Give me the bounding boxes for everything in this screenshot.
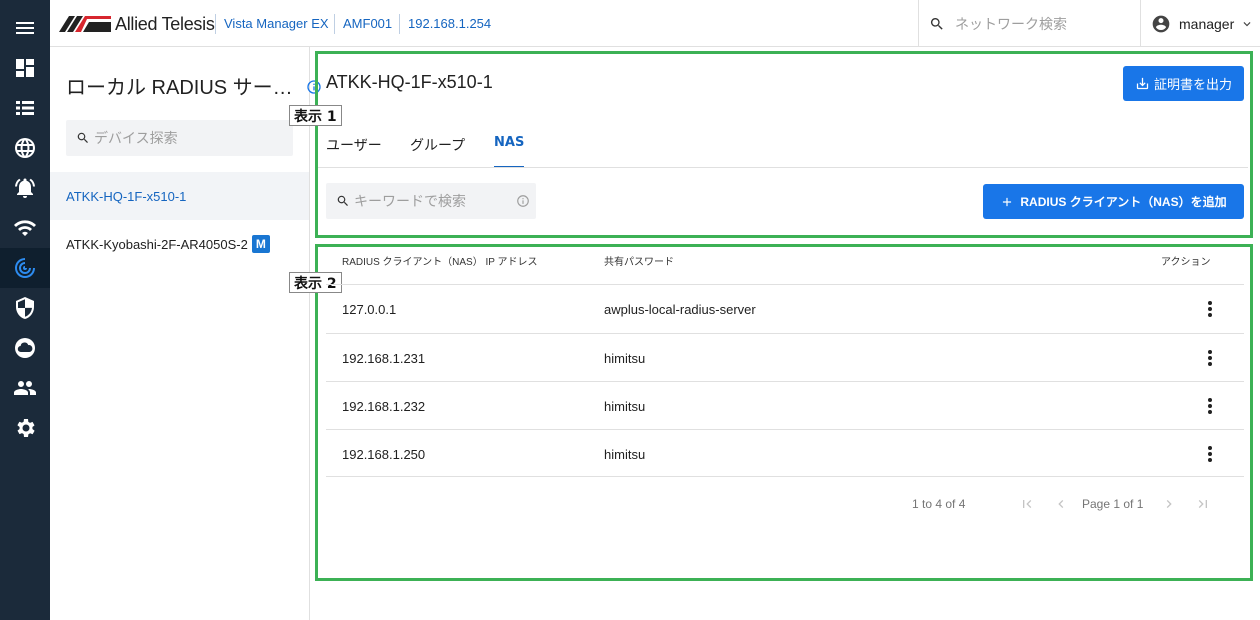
callout-view-1: 表示 1 xyxy=(289,105,342,126)
cell-secret: awplus-local-radius-server xyxy=(604,301,756,317)
download-icon xyxy=(1136,77,1149,90)
previous-page-icon[interactable] xyxy=(1052,494,1070,514)
export-certificate-button[interactable]: 証明書を出力 xyxy=(1123,66,1244,101)
tab-label: グループ xyxy=(410,138,466,154)
breadcrumb-ip[interactable]: 192.168.1.254 xyxy=(408,0,491,47)
breadcrumb-separator xyxy=(215,14,216,34)
page-title-text: ローカル RADIUS サー… xyxy=(66,77,293,99)
table-bottom-rule xyxy=(326,476,1244,477)
tab-label: ユーザー xyxy=(326,138,382,154)
breadcrumb-amf[interactable]: AMF001 xyxy=(343,0,392,47)
more-actions-icon[interactable] xyxy=(1202,444,1218,464)
user-menu[interactable]: manager xyxy=(1140,0,1260,47)
brand-name: Allied Telesis xyxy=(115,13,215,34)
more-actions-icon[interactable] xyxy=(1202,348,1218,368)
chevron-down-icon xyxy=(1243,21,1251,26)
device-search-input[interactable]: デバイス探索 xyxy=(66,120,293,156)
keyword-search-input[interactable]: キーワードで検索 xyxy=(326,183,536,219)
tab-divider xyxy=(318,167,1248,168)
amf-master-badge: M xyxy=(251,235,270,253)
cloud-icon[interactable] xyxy=(0,328,50,368)
table-row[interactable]: 192.168.1.250 himitsu xyxy=(326,429,1244,477)
radius-icon[interactable] xyxy=(0,248,50,288)
more-actions-icon[interactable] xyxy=(1202,396,1218,416)
more-actions-icon[interactable] xyxy=(1202,299,1218,319)
cell-secret: himitsu xyxy=(604,350,646,366)
info-icon[interactable] xyxy=(516,194,530,208)
cell-ip: 127.0.0.1 xyxy=(342,301,397,317)
device-name: ATKK-HQ-1F-x510-1 xyxy=(66,188,187,204)
alarm-icon[interactable] xyxy=(0,168,50,208)
page-title: ローカル RADIUS サー… xyxy=(66,71,322,100)
breadcrumb-separator xyxy=(399,14,400,34)
tab-groups[interactable]: グループ xyxy=(410,128,465,168)
column-header-action: アクション xyxy=(1161,257,1211,268)
table-row[interactable]: 127.0.0.1 awplus-local-radius-server xyxy=(326,284,1244,332)
user-name: manager xyxy=(1179,15,1235,32)
pager-page-indicator: Page 1 of 1 xyxy=(1082,497,1144,511)
side-navigation-rail xyxy=(0,0,50,620)
allied-telesis-logo[interactable]: Allied Telesis xyxy=(59,13,215,35)
breadcrumb-separator xyxy=(334,14,335,34)
cell-secret: himitsu xyxy=(604,398,646,414)
cell-ip: 192.168.1.232 xyxy=(342,398,426,414)
tab-label: NAS xyxy=(494,135,525,150)
tab-users[interactable]: ユーザー xyxy=(326,128,382,168)
device-title: ATKK-HQ-1F-x510-1 xyxy=(326,72,493,92)
device-name: ATKK-Kyobashi-2F-AR4050S-2 xyxy=(66,236,248,252)
search-icon xyxy=(77,132,88,143)
settings-gear-icon[interactable] xyxy=(0,408,50,448)
cell-secret: himitsu xyxy=(604,446,646,462)
table-row[interactable]: 192.168.1.231 himitsu xyxy=(326,333,1244,381)
globe-icon[interactable] xyxy=(0,128,50,168)
add-radius-client-button[interactable]: RADIUS クライアント（NAS）を追加 xyxy=(983,184,1244,219)
search-icon xyxy=(337,195,348,206)
device-list-panel: ローカル RADIUS サー… デバイス探索 ATKK-HQ-1F-x510-1… xyxy=(50,47,321,620)
account-circle-icon xyxy=(1152,15,1170,32)
table-row[interactable]: 192.168.1.232 himitsu xyxy=(326,381,1244,429)
cell-ip: 192.168.1.250 xyxy=(342,446,426,462)
network-search-input[interactable]: ネットワーク検索 xyxy=(918,0,1140,47)
column-header-secret[interactable]: 共有パスワード xyxy=(604,253,674,268)
wifi-icon[interactable] xyxy=(0,208,50,248)
next-page-icon[interactable] xyxy=(1160,494,1178,514)
network-search-placeholder: ネットワーク検索 xyxy=(955,16,1067,33)
first-page-icon[interactable] xyxy=(1018,494,1036,514)
search-icon xyxy=(930,17,943,30)
plus-icon xyxy=(1003,197,1012,206)
add-radius-client-label: RADIUS クライアント（NAS）を追加 xyxy=(1020,195,1227,209)
menu-icon[interactable] xyxy=(0,8,50,48)
column-header-ip[interactable]: RADIUS クライアント（NAS） IP アドレス xyxy=(342,253,538,268)
tab-nas[interactable]: NAS xyxy=(494,128,525,168)
pager-summary: 1 to 4 of 4 xyxy=(912,497,966,511)
top-header-bar: Allied Telesis Vista Manager EX AMF001 1… xyxy=(50,0,1260,47)
device-list-item[interactable]: ATKK-Kyobashi-2F-AR4050S-2 M xyxy=(50,220,309,268)
list-icon[interactable] xyxy=(0,88,50,128)
security-shield-icon[interactable] xyxy=(0,288,50,328)
keyword-search-placeholder: キーワードで検索 xyxy=(354,194,466,210)
cell-ip: 192.168.1.231 xyxy=(342,350,426,366)
device-search-placeholder: デバイス探索 xyxy=(94,131,178,147)
breadcrumb-vista-manager[interactable]: Vista Manager EX xyxy=(224,0,329,47)
dashboard-icon[interactable] xyxy=(0,48,50,88)
allied-telesis-logo-icon xyxy=(59,16,111,32)
last-page-icon[interactable] xyxy=(1194,494,1212,514)
device-list-item[interactable]: ATKK-HQ-1F-x510-1 xyxy=(50,172,309,220)
export-certificate-label: 証明書を出力 xyxy=(1153,77,1232,92)
users-icon[interactable] xyxy=(0,368,50,408)
